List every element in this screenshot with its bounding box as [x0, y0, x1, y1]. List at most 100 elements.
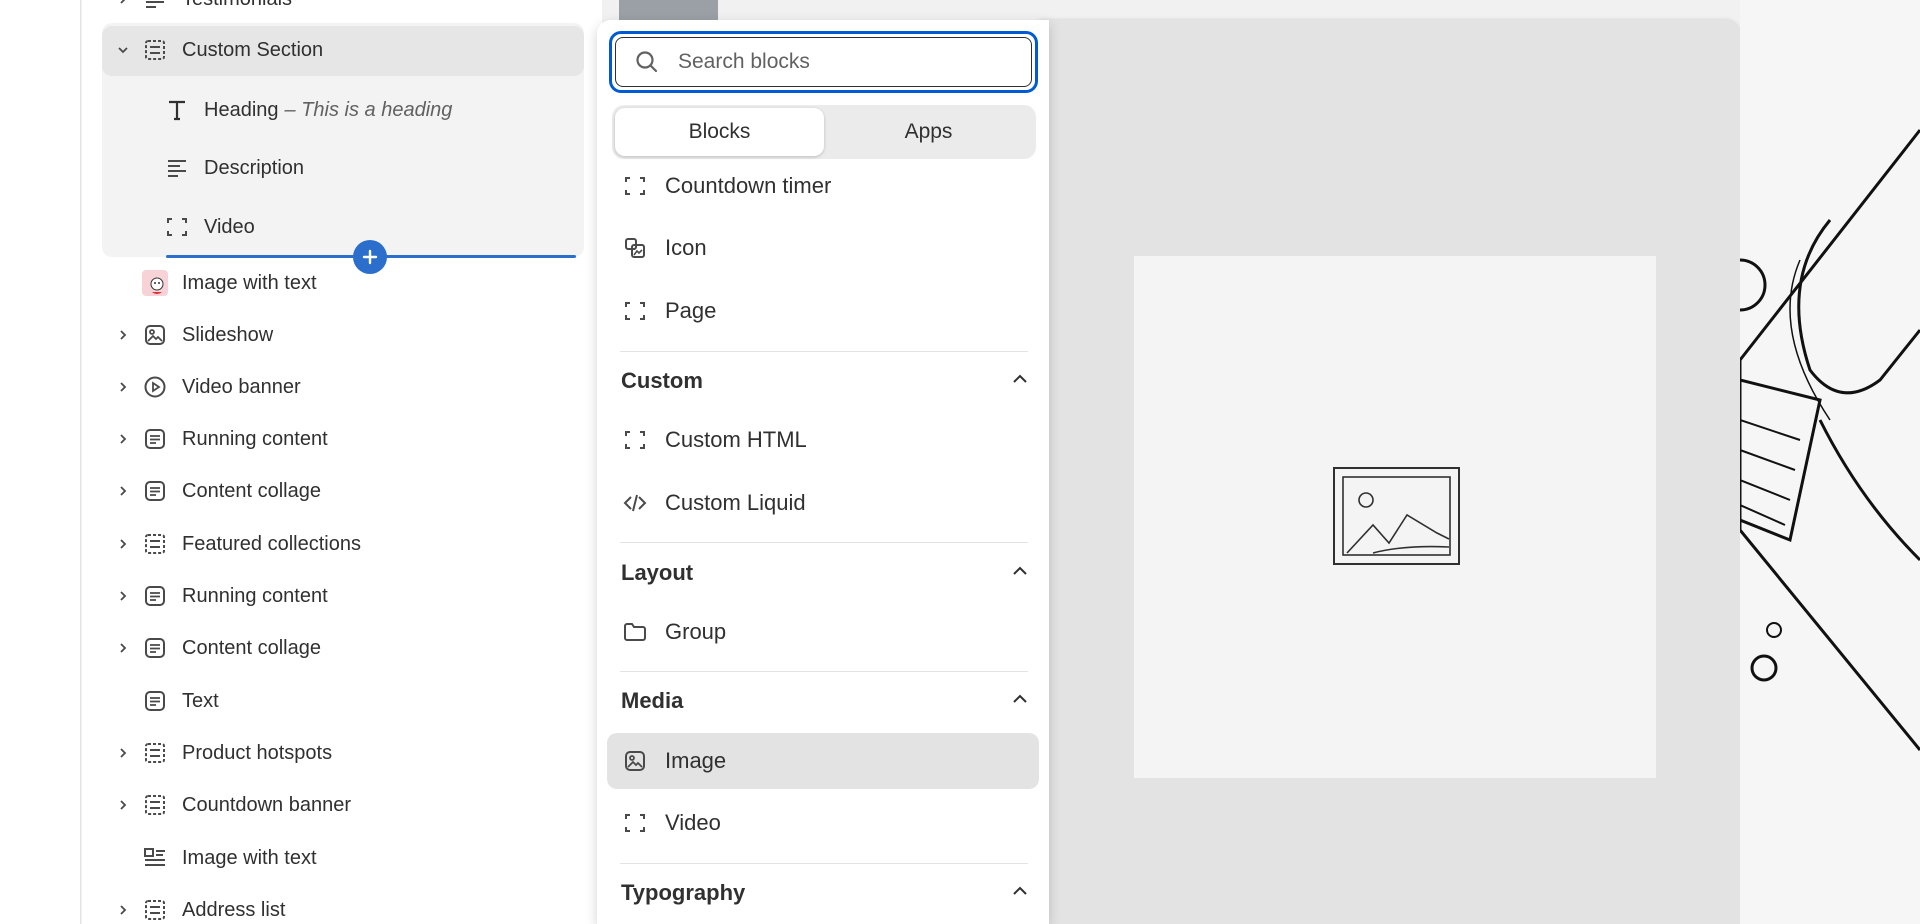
divider — [620, 863, 1028, 864]
chevron-right-icon[interactable] — [112, 0, 134, 10]
preview-top-strip — [619, 0, 718, 20]
tree-item-label: Description — [204, 156, 305, 179]
tree-item-label: Running content — [182, 427, 328, 450]
tree-item-testimonials[interactable]: Testimonials — [102, 0, 584, 22]
tree-item-countdown-banner[interactable]: Countdown banner — [102, 782, 584, 828]
code-icon — [621, 489, 649, 517]
tree-item-image-with-text[interactable]: Image with text — [102, 835, 584, 881]
tree-item-video-banner[interactable]: Video banner — [102, 364, 584, 410]
image-icon — [621, 747, 649, 775]
chevron-up-icon[interactable] — [1011, 560, 1029, 586]
section-icon — [142, 792, 168, 818]
block-placeholder-icon — [621, 172, 649, 200]
divider — [620, 351, 1028, 352]
document-icon — [142, 583, 168, 609]
block-option-label: Icon — [665, 235, 707, 260]
tree-item-label: Image with text — [182, 271, 317, 294]
tree-item-label: Heading — [204, 98, 279, 121]
chevron-up-icon[interactable] — [1011, 880, 1029, 906]
chevron-right-icon[interactable] — [112, 533, 134, 555]
category-custom[interactable]: Custom — [621, 361, 1029, 401]
block-option-label: Page — [665, 298, 717, 323]
chevron-up-icon[interactable] — [1011, 368, 1029, 394]
block-option-countdown-timer[interactable]: Countdown timer — [607, 158, 1039, 214]
block-option-video[interactable]: Video — [607, 795, 1039, 851]
block-option-label: Video — [665, 810, 721, 835]
tree-item-slideshow[interactable]: Slideshow — [102, 312, 584, 358]
tree-item-label: Video banner — [182, 375, 301, 398]
heading-icon — [164, 97, 190, 123]
text-block-icon — [164, 155, 190, 181]
tab-apps[interactable]: Apps — [824, 108, 1033, 156]
heading-preview-text: – This is a heading — [284, 98, 453, 121]
chevron-right-icon[interactable] — [112, 428, 134, 450]
section-tree: Testimonials Custom Section Heading – Th… — [82, 0, 602, 924]
chevron-right-icon[interactable] — [112, 637, 134, 659]
image-icon — [142, 322, 168, 348]
block-option-label: Group — [665, 619, 727, 644]
block-option-icon[interactable]: Icon — [607, 220, 1039, 276]
block-option-label: Image — [665, 748, 727, 773]
tree-item-image-with-text[interactable]: Image with text — [102, 260, 584, 306]
tree-item-custom-section[interactable]: Custom Section — [102, 27, 584, 73]
add-block-plus-icon[interactable] — [353, 240, 387, 274]
tree-item-label: Text — [182, 689, 219, 712]
tab-blocks[interactable]: Blocks — [615, 108, 824, 156]
block-placeholder-icon — [621, 297, 649, 325]
category-label: Media — [621, 688, 684, 713]
chevron-down-icon[interactable] — [112, 39, 134, 61]
block-option-page[interactable]: Page — [607, 283, 1039, 339]
storefront-page-edge — [1740, 0, 1920, 924]
category-typography[interactable]: Typography — [621, 873, 1029, 913]
document-icon — [142, 688, 168, 714]
block-option-custom-liquid[interactable]: Custom Liquid — [607, 475, 1039, 531]
block-option-label: Countdown timer — [665, 173, 832, 198]
tree-item-content-collage[interactable]: Content collage — [102, 625, 584, 671]
app-gutter — [0, 0, 81, 924]
tree-item-label: Image with text — [182, 846, 317, 869]
chevron-right-icon[interactable] — [112, 376, 134, 398]
tree-item-running-content[interactable]: Running content — [102, 573, 584, 619]
chevron-right-icon[interactable] — [112, 585, 134, 607]
section-icon — [142, 531, 168, 557]
tree-item-description[interactable]: Description — [144, 145, 584, 191]
shapes-icon — [621, 234, 649, 262]
divider — [620, 671, 1028, 672]
tree-item-product-hotspots[interactable]: Product hotspots — [102, 730, 584, 776]
tree-item-label: Custom Section — [182, 38, 324, 61]
section-icon — [142, 897, 168, 923]
tree-item-label: Running content — [182, 584, 328, 607]
block-option-label: Custom Liquid — [665, 490, 806, 515]
category-label: Custom — [621, 368, 703, 393]
tree-item-label: Address list — [182, 898, 286, 921]
tree-item-running-content[interactable]: Running content — [102, 416, 584, 462]
block-option-label: Custom HTML — [665, 427, 807, 452]
block-option-image[interactable]: Image — [607, 733, 1039, 789]
search-blocks-field[interactable] — [609, 31, 1038, 93]
search-icon — [634, 49, 660, 75]
divider — [620, 542, 1028, 543]
tree-item-heading[interactable]: Heading – This is a heading — [144, 87, 584, 133]
category-layout[interactable]: Layout — [621, 553, 1029, 593]
block-placeholder-icon — [164, 214, 190, 240]
search-input[interactable] — [678, 50, 998, 74]
chevron-right-icon[interactable] — [112, 324, 134, 346]
category-media[interactable]: Media — [621, 681, 1029, 721]
tree-item-address-list[interactable]: Address list — [102, 887, 584, 924]
tree-item-featured-collections[interactable]: Featured collections — [102, 521, 584, 567]
chevron-right-icon[interactable] — [112, 794, 134, 816]
block-option-group[interactable]: Group — [607, 604, 1039, 660]
chevron-up-icon[interactable] — [1011, 688, 1029, 714]
tree-item-text[interactable]: Text — [102, 678, 584, 724]
chevron-right-icon[interactable] — [112, 480, 134, 502]
chevron-right-icon[interactable] — [112, 742, 134, 764]
tree-item-content-collage[interactable]: Content collage — [102, 468, 584, 514]
document-icon — [142, 426, 168, 452]
tree-item-label: Content collage — [182, 636, 321, 659]
section-icon — [142, 740, 168, 766]
chevron-right-icon[interactable] — [112, 899, 134, 921]
image-text-icon — [142, 845, 168, 871]
block-option-custom-html[interactable]: Custom HTML — [607, 412, 1039, 468]
tree-item-label: Testimonials — [182, 0, 292, 11]
document-icon — [142, 635, 168, 661]
